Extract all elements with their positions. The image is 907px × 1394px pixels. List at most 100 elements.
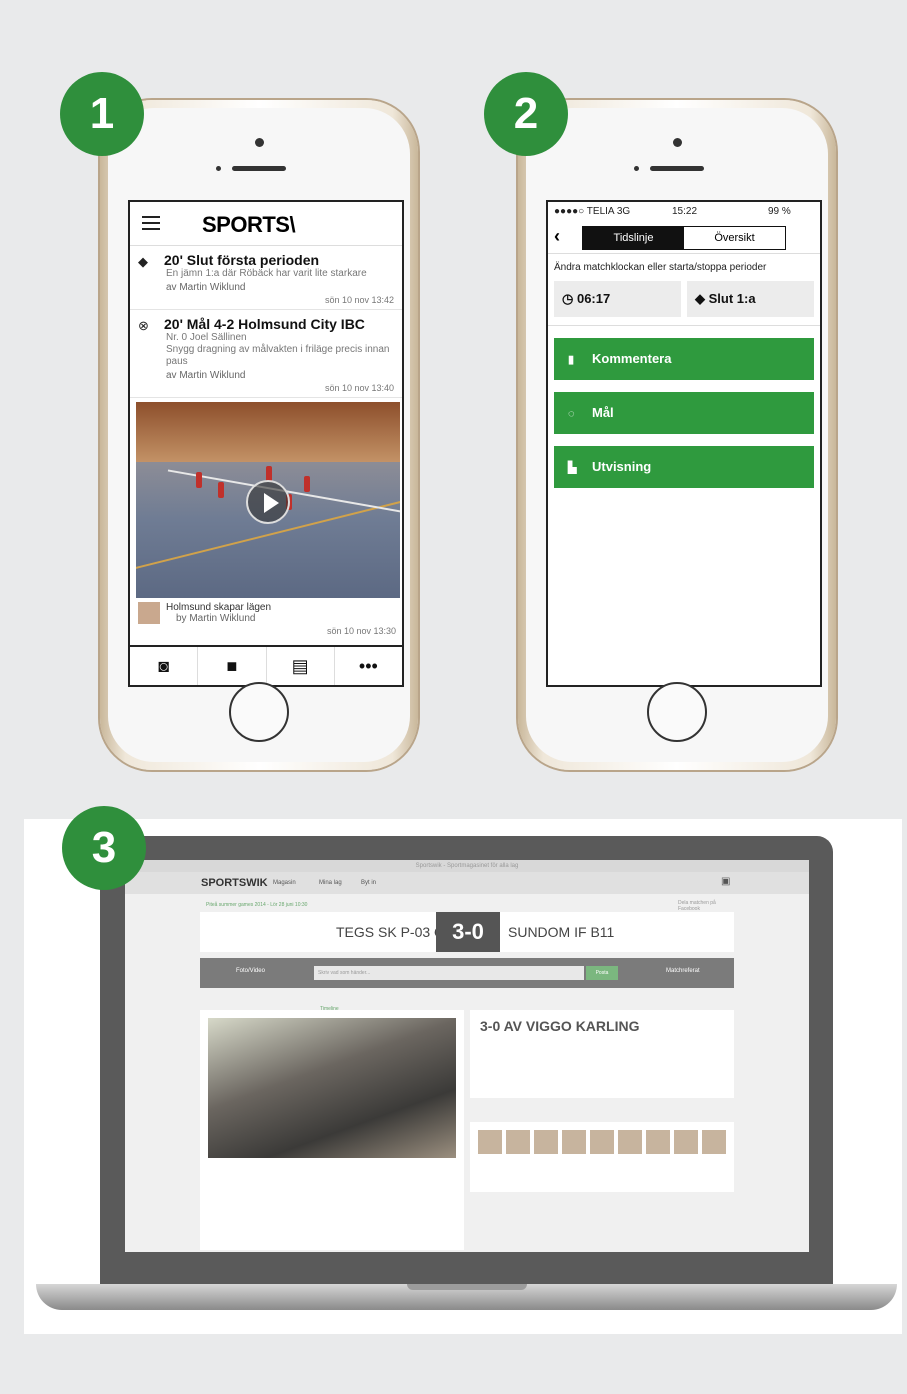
camera-icon[interactable]: ◙ bbox=[130, 647, 199, 685]
clock-row: ◷ 06:17 ◆ Slut 1:a bbox=[548, 277, 820, 326]
avatar[interactable] bbox=[646, 1130, 670, 1154]
more-icon[interactable]: ••• bbox=[335, 647, 402, 685]
window-title: Sportswik - Sportmagasinet för alla lag bbox=[125, 860, 809, 872]
sensor-dot bbox=[216, 166, 221, 171]
match-headline: Piteå summer games 2014 - Lör 28 juni 10… bbox=[206, 902, 308, 908]
hall-wall bbox=[136, 402, 400, 462]
carrier: ●●●●○ TELIA 3G bbox=[554, 206, 631, 217]
laptop-screen: Sportswik - Sportmagasinet för alla lag … bbox=[125, 860, 809, 1252]
feed-title: 20' Mål 4-2 Holmsund City IBC bbox=[164, 316, 365, 332]
avatar bbox=[138, 602, 160, 624]
period-label: Slut 1:a bbox=[708, 291, 756, 306]
avatar[interactable] bbox=[534, 1130, 558, 1154]
goal-label: Mål bbox=[592, 405, 614, 420]
comment-label: Kommentera bbox=[592, 351, 672, 366]
comment-icon[interactable]: ▤ bbox=[267, 647, 335, 685]
avatar[interactable] bbox=[562, 1130, 586, 1154]
nav-bar: ‹ Tidslinje Översikt bbox=[548, 222, 820, 254]
app-header: SPORTS\ bbox=[130, 202, 402, 246]
feed-subtitle: Nr. 0 Joel Sällinen Snygg dragning av må… bbox=[166, 332, 390, 367]
back-icon[interactable]: ‹ bbox=[554, 226, 560, 247]
post-input[interactable]: Skriv vad som händer... bbox=[314, 966, 584, 980]
video-caption: Holmsund skapar lägen by Martin Wiklund … bbox=[130, 598, 402, 638]
publish-button[interactable]: Posta bbox=[586, 966, 618, 980]
avatar[interactable] bbox=[674, 1130, 698, 1154]
period-button[interactable]: ◆ Slut 1:a bbox=[687, 281, 814, 317]
feed-item[interactable]: ⊗ 20' Mål 4-2 Holmsund City IBC Nr. 0 Jo… bbox=[130, 310, 402, 398]
highlight-title: 3-0 AV VIGGO KARLING bbox=[480, 1018, 640, 1034]
comment-icon: ▮ bbox=[568, 354, 575, 366]
nav-magasin[interactable]: Magasin bbox=[273, 880, 296, 886]
match-clock-button[interactable]: ◷ 06:17 bbox=[554, 281, 681, 317]
penalty-icon: ▙ bbox=[568, 462, 577, 474]
overview-column: 3-0 AV VIGGO KARLING bbox=[470, 1010, 734, 1250]
phone-1: SPORTS\ ◆ 20' Slut första perioden En jä… bbox=[100, 100, 418, 770]
score: 3-0 bbox=[436, 912, 500, 952]
tab-timeline[interactable]: Tidslinje bbox=[583, 227, 684, 249]
speaker bbox=[232, 166, 286, 171]
play-icon[interactable] bbox=[246, 480, 290, 524]
video-thumbnail[interactable] bbox=[136, 402, 400, 598]
match-photo[interactable] bbox=[208, 1018, 456, 1158]
player bbox=[218, 482, 224, 498]
avatar[interactable] bbox=[618, 1130, 642, 1154]
site-logo[interactable]: SPORTSWIK bbox=[201, 877, 268, 889]
tab-overview[interactable]: Översikt bbox=[684, 227, 785, 249]
video-author: by Martin Wiklund bbox=[176, 613, 256, 624]
timeline-column bbox=[200, 1010, 464, 1250]
highlight-card[interactable]: 3-0 AV VIGGO KARLING bbox=[470, 1010, 734, 1098]
calendar-icon[interactable]: ▣ bbox=[721, 876, 730, 887]
players-grid bbox=[470, 1122, 734, 1192]
ball-icon: ⊗ bbox=[138, 318, 149, 333]
ball-icon: ◌ bbox=[568, 408, 575, 420]
nav-my-teams[interactable]: Mina lag bbox=[319, 880, 342, 886]
facebook-share[interactable]: Dela matchen på Facebook bbox=[678, 900, 718, 912]
avatar[interactable] bbox=[590, 1130, 614, 1154]
match-clock-value: 06:17 bbox=[576, 291, 611, 306]
phone-2: ●●●●○ TELIA 3G 15:22 99 % ‹ Tidslinje Öv… bbox=[518, 100, 836, 770]
nav-sub-in[interactable]: Byt in bbox=[361, 880, 376, 886]
photo-video-button[interactable]: Foto/Video bbox=[236, 968, 265, 974]
avatar[interactable] bbox=[702, 1130, 726, 1154]
feed-author: av Martin Wiklund bbox=[166, 282, 246, 293]
feed-title: 20' Slut första perioden bbox=[164, 252, 320, 268]
content-columns: 3-0 AV VIGGO KARLING bbox=[200, 1010, 734, 1250]
home-button[interactable] bbox=[229, 682, 289, 742]
step-badge-3: 3 bbox=[62, 806, 146, 890]
feed-subtitle: En jämn 1:a där Röbäck har varit lite st… bbox=[166, 268, 367, 279]
scoreboard: TEGS SK P-03 ÖST 3-0 SUNDOM IF B11 bbox=[200, 912, 734, 952]
site-nav: SPORTSWIK Magasin Mina lag Byt in ▣ bbox=[125, 872, 809, 894]
status-bar: ●●●●○ TELIA 3G 15:22 99 % bbox=[548, 202, 820, 222]
goal-button[interactable]: ◌ Mål bbox=[554, 392, 814, 434]
whistle-icon: ◆ bbox=[138, 254, 148, 269]
avatar[interactable] bbox=[506, 1130, 530, 1154]
app-logo: SPORTS\ bbox=[202, 212, 296, 237]
penalty-button[interactable]: ▙ Utvisning bbox=[554, 446, 814, 488]
laptop-notch bbox=[406, 1284, 527, 1290]
feed-date: sön 10 nov 13:42 bbox=[324, 295, 394, 305]
laptop-base bbox=[36, 1284, 897, 1310]
home-button[interactable] bbox=[647, 682, 707, 742]
speaker bbox=[650, 166, 704, 171]
segmented-control: Tidslinje Översikt bbox=[582, 226, 786, 250]
comment-button[interactable]: ▮ Kommentera bbox=[554, 338, 814, 380]
match-page: Piteå summer games 2014 - Lör 28 juni 10… bbox=[200, 894, 734, 1250]
avatar[interactable] bbox=[478, 1130, 502, 1154]
player bbox=[304, 476, 310, 492]
penalty-label: Utvisning bbox=[592, 459, 652, 474]
feed-author: av Martin Wiklund bbox=[166, 370, 246, 381]
step-badge-1: 1 bbox=[60, 72, 144, 156]
player bbox=[196, 472, 202, 488]
clock-hint: Ändra matchklockan eller starta/stoppa p… bbox=[554, 262, 767, 273]
video-icon[interactable]: ■ bbox=[198, 647, 267, 685]
bottom-toolbar: ◙ ■ ▤ ••• bbox=[130, 645, 402, 685]
step-badge-2: 2 bbox=[484, 72, 568, 156]
menu-icon[interactable] bbox=[142, 216, 160, 230]
phone2-screen: ●●●●○ TELIA 3G 15:22 99 % ‹ Tidslinje Öv… bbox=[546, 200, 822, 687]
feed-item[interactable]: ◆ 20' Slut första perioden En jämn 1:a d… bbox=[130, 246, 402, 310]
report-button[interactable]: Matchreferat bbox=[666, 968, 700, 974]
phone1-screen: SPORTS\ ◆ 20' Slut första perioden En jä… bbox=[128, 200, 404, 687]
sensor-dot bbox=[634, 166, 639, 171]
front-camera bbox=[673, 138, 682, 147]
front-camera bbox=[255, 138, 264, 147]
